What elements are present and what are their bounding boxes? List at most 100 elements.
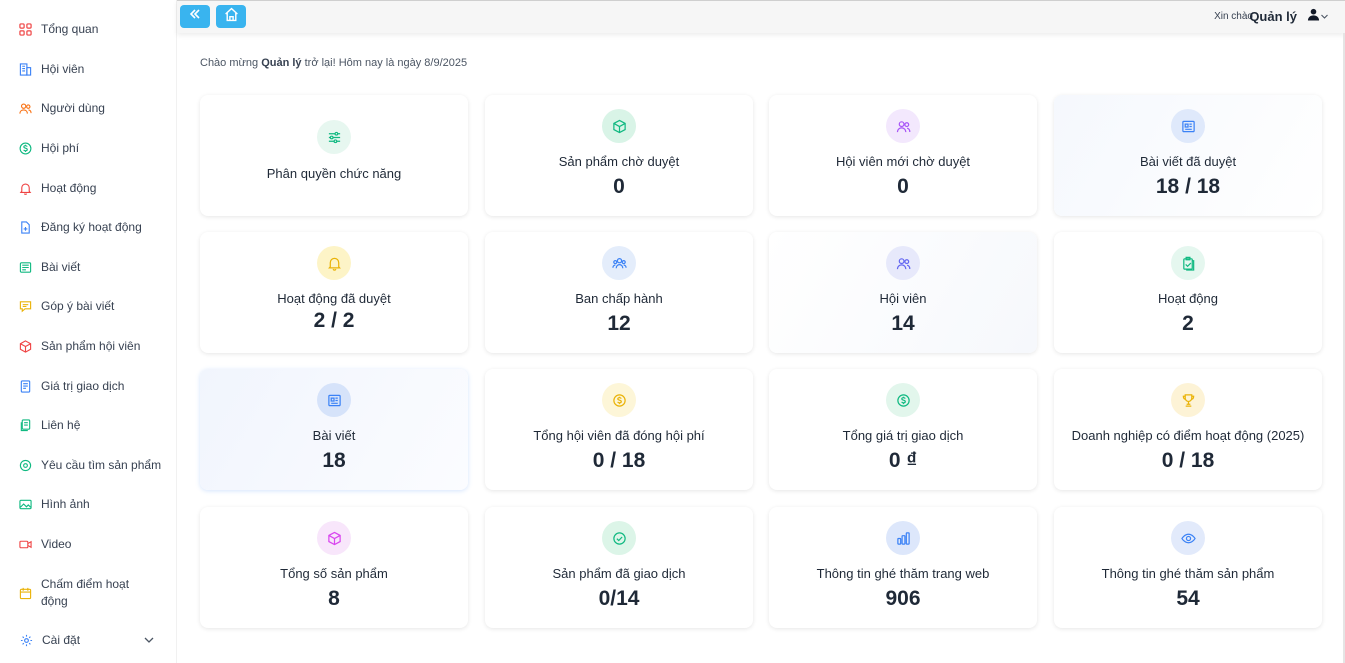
card-title: Bài viết — [312, 428, 356, 443]
gear-icon — [19, 633, 33, 647]
card-title: Hoạt động — [1158, 291, 1218, 306]
sidebar-item-hoat-dong[interactable]: Hoạt động — [18, 180, 168, 197]
check-circle-icon — [602, 521, 636, 555]
card-hoat-dong-da-duyet[interactable]: Hoạt động đã duyệt 2 / 2 — [200, 232, 468, 353]
card-title: Hoạt động đã duyệt — [277, 291, 391, 306]
card-thong-tin-ghe-tham-trang-web[interactable]: Thông tin ghé thăm trang web 906 — [769, 507, 1037, 628]
card-value: 0 ₫ — [888, 449, 918, 472]
sidebar-item-label: Liên hệ — [41, 418, 81, 432]
card-title: Phân quyền chức năng — [266, 166, 402, 181]
card-title: Hội viên mới chờ duyệt — [835, 154, 971, 169]
collapse-sidebar-button[interactable] — [180, 5, 210, 28]
card-value: 0 / 18 — [592, 449, 646, 472]
sidebar-item-label: Hình ảnh — [41, 497, 90, 511]
sidebar-item-label: Video — [41, 537, 72, 551]
card-tong-so-san-pham[interactable]: Tổng số sản phẩm 8 — [200, 507, 468, 628]
card-title: Bài viết đã duyệt — [1139, 154, 1237, 169]
article-icon — [18, 260, 32, 274]
card-thong-tin-ghe-tham-san-pham[interactable]: Thông tin ghé thăm sản phẩm 54 — [1054, 507, 1322, 628]
sidebar-item-label: Đăng ký hoạt động — [41, 220, 142, 234]
users-icon — [886, 109, 920, 143]
sidebar-item-label: Giá trị giao dịch — [41, 379, 125, 393]
bell-icon — [18, 181, 32, 195]
sidebar-item-tong-quan[interactable]: Tổng quan — [18, 21, 168, 38]
card-value: 12 — [607, 312, 631, 335]
group-icon — [602, 246, 636, 280]
dollar-circle-icon — [886, 383, 920, 417]
card-hoi-vien-moi-cho-duyet[interactable]: Hội viên mới chờ duyệt 0 — [769, 95, 1037, 216]
chevron-down-icon — [1320, 8, 1329, 26]
box-icon — [602, 109, 636, 143]
article-icon — [317, 383, 351, 417]
target-icon — [18, 458, 32, 472]
contact-icon — [18, 418, 32, 432]
sidebar-item-cai-dat[interactable]: Cài đặt — [19, 632, 169, 649]
sidebar-item-hoi-phi[interactable]: Hội phí — [18, 140, 168, 157]
grid-icon — [18, 22, 32, 36]
card-value: 0 — [613, 175, 625, 198]
card-value: 0 / 18 — [1161, 449, 1215, 472]
sidebar-item-hinh-anh[interactable]: Hình ảnh — [18, 496, 168, 513]
card-title: Tổng hội viên đã đóng hội phí — [533, 428, 705, 443]
sidebar-item-gia-tri-giao-dich[interactable]: Giá trị giao dịch — [18, 378, 168, 395]
calendar-icon — [18, 587, 32, 601]
card-value: 8 — [328, 587, 340, 610]
card-value: 2 / 2 — [313, 309, 355, 332]
dollar-circle-icon — [18, 141, 32, 155]
coin-icon — [602, 383, 636, 417]
sidebar-item-label: Chấm điểm hoạt động — [41, 577, 130, 608]
home-icon — [224, 7, 239, 27]
card-value: 18 / 18 — [1155, 175, 1221, 198]
sidebar-item-gop-y-bai-viet[interactable]: Góp ý bài viết — [18, 298, 168, 315]
comment-icon — [18, 299, 32, 313]
sidebar-item-label: Hội phí — [41, 141, 80, 155]
card-title: Doanh nghiệp có điểm hoạt động (2025) — [1071, 428, 1305, 443]
card-san-pham-cho-duyet[interactable]: Sản phẩm chờ duyệt 0 — [485, 95, 753, 216]
eye-icon — [1171, 521, 1205, 555]
user-icon — [1307, 8, 1320, 26]
user-menu-button[interactable] — [1307, 8, 1329, 26]
home-button[interactable] — [216, 5, 246, 28]
sidebar-item-label: Bài viết — [41, 260, 81, 274]
double-chevron-left-icon — [188, 7, 202, 26]
sidebar-item-dang-ky-hoat-dong[interactable]: Đăng ký hoạt động — [18, 219, 168, 236]
sidebar-item-yeu-cau-tim-san-pham[interactable]: Yêu cầu tìm sản phẩm — [18, 457, 168, 474]
card-title: Tổng giá trị giao dịch — [842, 428, 964, 443]
sidebar-item-hoi-vien[interactable]: Hội viên — [18, 61, 168, 78]
sidebar-item-san-pham-hoi-vien[interactable]: Sản phẩm hội viên — [18, 338, 168, 355]
card-phan-quyen-chuc-nang[interactable]: Phân quyền chức năng — [200, 95, 468, 216]
bar-chart-icon — [886, 521, 920, 555]
card-tong-hoi-vien-da-dong-hoi-phi[interactable]: Tổng hội viên đã đóng hội phí 0 / 18 — [485, 369, 753, 490]
users-icon — [18, 101, 32, 115]
welcome-message: Chào mừng Quản lý trở lại! Hôm nay là ng… — [200, 57, 468, 69]
sidebar-item-nguoi-dung[interactable]: Người dùng — [18, 100, 168, 117]
card-title: Thông tin ghé thăm trang web — [816, 566, 990, 581]
building-icon — [18, 62, 32, 76]
card-title: Sản phẩm chờ duyệt — [558, 154, 680, 169]
sidebar-item-cham-diem-hoat-dong[interactable]: Chấm điểm hoạt động — [18, 576, 168, 610]
sidebar-item-label: Góp ý bài viết — [41, 299, 115, 313]
card-value: 14 — [891, 312, 915, 335]
card-value: 0/14 — [598, 587, 640, 610]
card-hoat-dong[interactable]: Hoạt động 2 — [1054, 232, 1322, 353]
card-hoi-vien[interactable]: Hội viên 14 — [769, 232, 1037, 353]
card-ban-chap-hanh[interactable]: Ban chấp hành 12 — [485, 232, 753, 353]
box-icon — [317, 521, 351, 555]
card-value: 0 — [897, 175, 909, 198]
image-icon — [18, 497, 32, 511]
card-title: Hội viên — [879, 291, 927, 306]
sidebar-item-bai-viet[interactable]: Bài viết — [18, 259, 168, 276]
video-icon — [18, 537, 32, 551]
sidebar-item-video[interactable]: Video — [18, 536, 168, 553]
card-bai-viet-da-duyet[interactable]: Bài viết đã duyệt 18 / 18 — [1054, 95, 1322, 216]
sidebar-item-label: Tổng quan — [41, 22, 99, 36]
sidebar-item-label: Sản phẩm hội viên — [41, 339, 141, 353]
card-san-pham-da-giao-dich[interactable]: Sản phẩm đã giao dịch 0/14 — [485, 507, 753, 628]
greeting-text: Xin chào — [1214, 11, 1253, 22]
card-title: Thông tin ghé thăm sản phẩm — [1101, 566, 1275, 581]
sidebar-item-label: Người dùng — [41, 101, 105, 115]
card-bai-viet[interactable]: Bài viết 18 — [200, 369, 468, 490]
card-tong-gia-tri-giao-dich[interactable]: Tổng giá trị giao dịch 0 ₫ — [769, 369, 1037, 490]
card-doanh-nghiep-co-diem-hoat-dong[interactable]: Doanh nghiệp có điểm hoạt động (2025) 0 … — [1054, 369, 1322, 490]
sidebar-item-lien-he[interactable]: Liên hệ — [18, 417, 168, 434]
